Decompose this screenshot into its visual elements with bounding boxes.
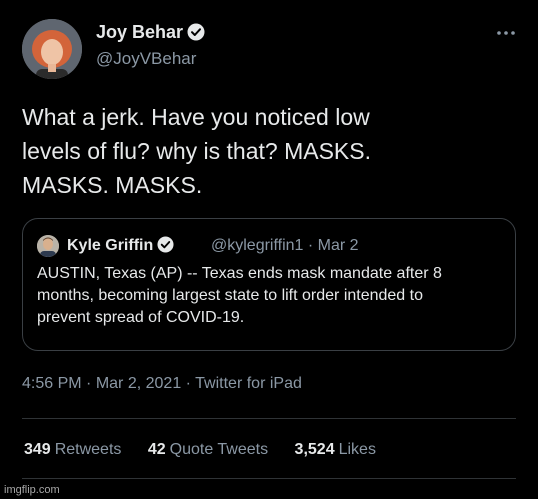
watermark: imgflip.com [4,484,60,496]
quoted-text-line: AUSTIN, Texas (AP) -- Texas ends mask ma… [37,265,442,282]
likes-label: Likes [338,441,376,458]
author-avatar-image [22,19,82,79]
tweet-text-line: levels of flu? why is that? MASKS. [22,138,371,164]
tweet-text-line: MASKS. MASKS. [22,172,203,198]
author-name[interactable]: Joy Behar [96,22,183,42]
quote-tweets-label: Quote Tweets [169,441,269,458]
tweet-text-line: What a jerk. Have you noticed low [22,104,370,130]
quoted-tweet-text: AUSTIN, Texas (AP) -- Texas ends mask ma… [37,263,507,329]
retweets-stat[interactable]: 349 Retweets [24,441,121,459]
quoted-author-name: Kyle Griffin [67,237,154,254]
quote-tweets-stat[interactable]: 42 Quote Tweets [148,441,268,459]
tweet-timestamp: 4:56 PM · Mar 2, 2021 · Twitter for iPad [22,375,302,393]
divider [22,418,516,419]
likes-stat[interactable]: 3,524 Likes [295,441,376,459]
separator-dot: · [86,375,92,392]
quoted-meta: @kylegriffin1 · Mar 2 [211,237,359,254]
tweet-text: What a jerk. Have you noticed low levels… [22,100,502,202]
retweets-count: 349 [24,441,51,458]
author-avatar[interactable] [22,19,82,79]
quoted-text-line: prevent spread of COVID-19. [37,309,245,326]
divider [22,478,516,479]
verified-check-icon [157,236,174,258]
more-dots-icon[interactable] [496,26,516,38]
tweet-date[interactable]: Mar 2, 2021 [96,375,181,392]
tweet-stats: 349 Retweets 42 Quote Tweets 3,524 Likes [24,441,398,459]
quoted-author-avatar [37,235,59,257]
tweet-source[interactable]: Twitter for iPad [195,375,302,392]
verified-check-icon [187,23,205,46]
quote-tweets-count: 42 [147,441,166,458]
retweets-label: Retweets [54,441,122,458]
quoted-author-name-row: Kyle Griffin [67,236,174,258]
author-handle[interactable]: @JoyVBehar [96,49,196,69]
tweet-time[interactable]: 4:56 PM [22,375,82,392]
separator-dot: · [185,375,191,392]
quoted-tweet-card[interactable]: Kyle Griffin @kylegriffin1 · Mar 2 AUSTI… [22,218,516,351]
likes-count: 3,524 [294,441,335,458]
quoted-text-line: months, becoming largest state to lift o… [37,287,423,304]
author-name-row[interactable]: Joy Behar [96,22,205,46]
